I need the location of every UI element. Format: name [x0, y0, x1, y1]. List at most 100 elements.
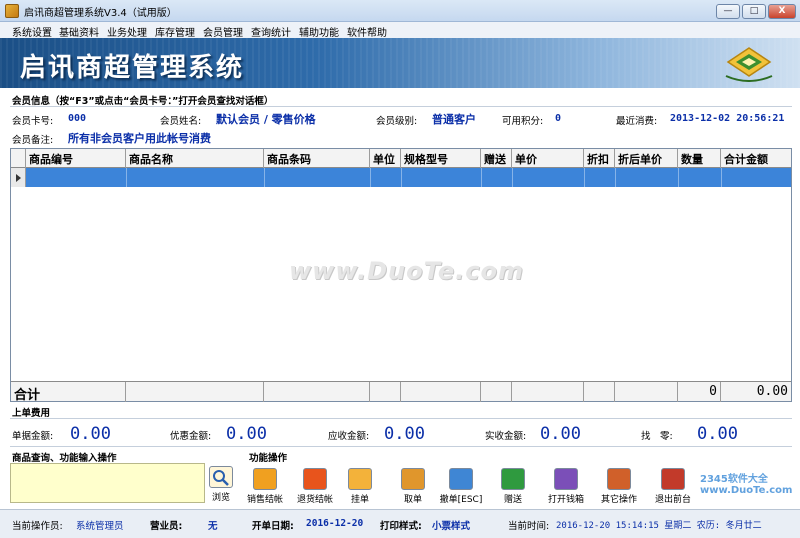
total-quantity: 0 [678, 382, 721, 402]
member-name-label: 会员姓名: [160, 116, 202, 127]
column-quantity[interactable]: 数量 [678, 149, 721, 168]
last-purchase-value: 2013-12-02 20:56:21 [670, 113, 785, 124]
grid-header: 商品编号 商品名称 商品条码 单位 规格型号 赠送 单价 折扣 折后单价 数量 … [11, 149, 791, 168]
discount-amount-value: 0.00 [226, 424, 267, 444]
received-amount-value: 0.00 [540, 424, 581, 444]
other-operations-button[interactable]: 其它操作 [594, 468, 644, 506]
row-header-corner [11, 149, 26, 168]
open-cash-drawer-button[interactable]: 打开钱箱 [541, 468, 591, 506]
column-spec[interactable]: 规格型号 [401, 149, 481, 168]
discount-amount-label: 优惠金额: [170, 431, 212, 442]
logo-icon [725, 47, 773, 82]
product-query-input[interactable] [10, 463, 205, 503]
receivable-amount-label: 应收金额: [328, 431, 370, 442]
column-discounted-price[interactable]: 折后单价 [615, 149, 678, 168]
sale-checkout-button[interactable]: 销售结帐 [240, 468, 290, 506]
totals-row: 合计 0 0.00 [11, 381, 791, 403]
operator-value: 系统管理员 [76, 521, 124, 532]
column-barcode[interactable]: 商品条码 [264, 149, 370, 168]
column-price[interactable]: 单价 [512, 149, 584, 168]
watermark-text: www.DuoTe.com [289, 257, 524, 285]
receivable-amount-value: 0.00 [384, 424, 425, 444]
app-icon [5, 4, 19, 18]
current-time-label: 当前时间: [508, 521, 550, 532]
function-section-header: 功能操作 [249, 453, 288, 464]
menu-query-stats[interactable]: 查询统计 [251, 24, 291, 39]
window-title: 启讯商超管理系统V3.4（试用版） [24, 8, 177, 19]
sale-checkout-label: 销售结帐 [246, 495, 283, 505]
cash-drawer-icon [554, 468, 578, 490]
last-purchase-label: 最近消费: [616, 116, 658, 127]
operator-label: 当前操作员: [12, 521, 63, 532]
column-product-code[interactable]: 商品编号 [26, 149, 126, 168]
browse-label: 浏览 [211, 493, 230, 503]
app-banner: 启讯商超管理系统 [0, 38, 800, 88]
sales-grid[interactable]: 商品编号 商品名称 商品条码 单位 规格型号 赠送 单价 折扣 折后单价 数量 … [10, 148, 792, 403]
bill-amount-label: 单据金额: [12, 431, 54, 442]
sale-checkout-icon [253, 468, 277, 490]
cancel-order-icon [449, 468, 473, 490]
member-name-value: 默认会员 / 零售价格 [216, 113, 316, 126]
current-time-value: 2016-12-20 15:14:15 星期二 农历: 冬月廿二 [556, 521, 762, 531]
menu-help[interactable]: 软件帮助 [347, 24, 387, 39]
column-discount[interactable]: 折扣 [584, 149, 615, 168]
banner-title: 启讯商超管理系统 [20, 53, 245, 83]
minimize-button[interactable]: — [716, 4, 740, 19]
browse-icon [209, 466, 233, 488]
overlay-watermark: 2345软件大全 www.DuoTe.com [700, 474, 793, 496]
title-bar: 启讯商超管理系统V3.4（试用版） — □ X [0, 0, 800, 22]
other-operations-label: 其它操作 [600, 495, 637, 505]
return-checkout-button[interactable]: 退货结帐 [290, 468, 340, 506]
status-bar: 当前操作员: 系统管理员 营业员: 无 开单日期: 2016-12-20 打印样… [0, 509, 800, 538]
change-value: 0.00 [697, 424, 738, 444]
member-points-value: 0 [555, 113, 562, 124]
close-button[interactable]: X [768, 4, 796, 19]
clerk-label: 营业员: [150, 521, 183, 532]
exit-frontdesk-button[interactable]: 退出前台 [648, 468, 698, 506]
member-points-label: 可用积分: [502, 116, 544, 127]
print-style-label: 打印样式: [380, 521, 422, 532]
received-amount-label: 实收金额: [485, 431, 527, 442]
member-level-label: 会员级别: [376, 116, 418, 127]
member-level-value: 普通客户 [432, 113, 476, 126]
hold-order-button[interactable]: 挂单 [335, 468, 385, 506]
column-total-amount[interactable]: 合计金额 [721, 149, 791, 168]
member-info-header: 会员信息（按“F3”或点击“会员卡号：”打开会员查找对话框） [12, 96, 274, 107]
maximize-button[interactable]: □ [742, 4, 766, 19]
gift-button[interactable]: 赠送 [488, 468, 538, 506]
return-checkout-label: 退货结帐 [296, 495, 333, 505]
menu-member[interactable]: 会员管理 [203, 24, 243, 39]
menu-business[interactable]: 业务处理 [107, 24, 147, 39]
cancel-order-button[interactable]: 撤单[ESC] [436, 468, 486, 506]
menu-inventory[interactable]: 库存管理 [155, 24, 195, 39]
other-operations-icon [607, 468, 631, 490]
gift-label: 赠送 [503, 495, 522, 505]
column-product-name[interactable]: 商品名称 [126, 149, 264, 168]
retrieve-order-button[interactable]: 取单 [388, 468, 438, 506]
menu-basic-data[interactable]: 基础资料 [59, 24, 99, 39]
member-remark-value: 所有非会员客户用此帐号消费 [68, 132, 211, 145]
print-style-value: 小票样式 [432, 521, 471, 532]
last-order-header: 上单费用 [12, 408, 51, 419]
exit-frontdesk-label: 退出前台 [654, 495, 691, 505]
browse-button[interactable]: 浏览 [206, 466, 236, 506]
column-unit[interactable]: 单位 [370, 149, 401, 168]
menu-system-settings[interactable]: 系统设置 [12, 24, 52, 39]
member-remark-label: 会员备注: [12, 135, 54, 146]
retrieve-order-icon [401, 468, 425, 490]
menu-bar: 系统设置 基础资料 业务处理 库存管理 会员管理 查询统计 辅助功能 软件帮助 [0, 22, 800, 39]
member-card-label[interactable]: 会员卡号: [12, 113, 53, 127]
cancel-order-label: 撤单[ESC] [439, 495, 483, 505]
divider [10, 106, 792, 107]
member-card-value: 000 [68, 113, 87, 124]
divider [10, 446, 792, 447]
menu-tools[interactable]: 辅助功能 [299, 24, 339, 39]
change-label: 找 零: [641, 431, 673, 442]
hold-order-icon [348, 468, 372, 490]
retrieve-order-label: 取单 [403, 495, 422, 505]
order-date-value: 2016-12-20 [306, 518, 364, 529]
bill-amount-value: 0.00 [70, 424, 111, 444]
table-row[interactable] [11, 168, 791, 187]
row-indicator[interactable] [11, 168, 26, 187]
column-gift[interactable]: 赠送 [481, 149, 512, 168]
